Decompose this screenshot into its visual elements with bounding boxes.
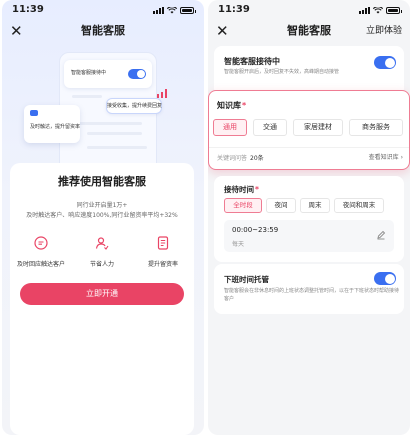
status-time: 11:39	[12, 4, 44, 15]
kb-chip-general[interactable]: 通用	[213, 119, 247, 136]
left-phone-screen: 11:39 ✕ 智能客服 智能客服接待中 接受收集，提升续费回复 及时触达，提升…	[2, 0, 204, 435]
offshift-hosting-desc: 智能客服会在非休息时间的上班状态调整托管时间，以在于下班状态时帮助接待客户	[224, 288, 400, 302]
kb-chip-home-building[interactable]: 家居建材	[293, 119, 343, 136]
wifi-icon	[373, 7, 383, 14]
knowledge-base-title-text: 知识库	[217, 101, 241, 110]
illustration-line	[72, 95, 102, 98]
illustration-chat-card: 及时触达，提升留资率	[24, 105, 80, 143]
status-icons	[359, 6, 402, 15]
view-knowledge-base-link[interactable]: 查看知识库 ›	[369, 152, 403, 161]
status-icons	[153, 6, 196, 15]
page-title: 智能客服	[81, 24, 125, 37]
feature-item-retention: 提升留资率	[132, 235, 194, 268]
activate-now-button[interactable]: 立即开通	[20, 283, 184, 305]
offshift-hosting-toggle[interactable]	[374, 272, 396, 285]
chart-icon	[157, 89, 167, 98]
keyword-qa-label: 关键词问答	[217, 155, 248, 162]
illustration-line	[87, 132, 142, 135]
reception-time-title-text: 接待时间	[224, 185, 254, 194]
promo-title: 推荐使用智能客服	[58, 175, 146, 188]
ai-reception-desc: 智能客服开启后，及时回复不失效，高峰期自动接管	[224, 69, 340, 75]
illustration-bubble-right: 接受收集，提升续费回复	[106, 98, 162, 114]
knowledge-base-panel: 知识库* 通用 交通 家居建材 商务服务 关键词问答 20条 查看知识库 ›	[208, 90, 410, 170]
illustration-toggle-icon	[128, 69, 146, 79]
keyword-qa-value: 20条	[250, 155, 264, 162]
ai-reception-toggle[interactable]	[374, 56, 396, 69]
illustration-chat-text: 及时触达，提升留资率	[30, 124, 81, 130]
divider	[209, 147, 409, 148]
offshift-hosting-title: 下班时间托管	[224, 275, 269, 284]
promo-desc-line2: 及时触达客户、响应速度100%,同行业留资率平均+32%	[26, 212, 178, 219]
kb-chip-traffic[interactable]: 交通	[253, 119, 287, 136]
knowledge-base-title: 知识库*	[217, 100, 246, 111]
navbar: ✕ 智能客服 立即体验	[208, 20, 410, 42]
try-now-button[interactable]: 立即体验	[366, 20, 402, 42]
illustration-line	[72, 122, 142, 125]
feature-label: 及时回应触达客户	[16, 261, 65, 268]
time-chip-weekend[interactable]: 周末	[300, 198, 330, 213]
signal-icon	[153, 7, 164, 14]
navbar: ✕ 智能客服	[2, 20, 204, 42]
status-time: 11:39	[218, 4, 250, 15]
promo-desc-line1: 同行业开启量1万+	[76, 202, 128, 209]
time-chip-all-day[interactable]: 全时段	[224, 198, 262, 213]
illustration-line	[87, 146, 147, 149]
illustration-toggle-card: 智能客服接待中	[64, 60, 152, 88]
keyword-qa-count: 关键词问答 20条	[217, 153, 264, 162]
edit-icon[interactable]	[376, 230, 386, 240]
status-bar: 11:39	[2, 0, 204, 20]
time-chip-night-weekend[interactable]: 夜间和周末	[334, 198, 384, 213]
battery-icon	[180, 7, 196, 14]
right-phone-screen: 11:39 ✕ 智能客服 立即体验 智能客服接待中 智能客服开启后，及时回复不失…	[208, 0, 410, 435]
person-icon	[95, 237, 109, 250]
required-mark: *	[242, 101, 247, 110]
reception-time-title: 接待时间*	[224, 184, 259, 195]
chevron-right-icon: ›	[400, 154, 403, 161]
illustration-toggle-text: 智能客服接待中	[71, 70, 107, 76]
kb-chip-business-service[interactable]: 商务服务	[349, 119, 403, 136]
chat-icon	[30, 110, 38, 116]
signal-icon	[359, 7, 370, 14]
battery-icon	[386, 7, 402, 14]
time-range: 00:00~23:59	[232, 226, 279, 234]
promo-card: 推荐使用智能客服 同行业开启量1万+ 及时触达客户、响应速度100%,同行业留资…	[10, 163, 194, 435]
time-chip-night[interactable]: 夜间	[266, 198, 296, 213]
feature-label: 节省人力	[89, 261, 114, 268]
time-frequency: 每天	[232, 241, 245, 248]
document-icon	[157, 236, 169, 250]
feature-label: 提升留资率	[147, 261, 178, 268]
status-bar: 11:39	[208, 0, 410, 20]
required-mark: *	[255, 185, 259, 194]
view-knowledge-base-label: 查看知识库	[368, 154, 399, 161]
reception-time-panel: 接待时间* 全时段 夜间 周末 夜间和周末 00:00~23:59 每天	[214, 176, 404, 262]
ai-reception-panel: 智能客服接待中 智能客服开启后，及时回复不失效，高峰期自动接管	[214, 46, 404, 96]
offshift-hosting-panel: 下班时间托管 智能客服会在非休息时间的上班状态调整托管时间，以在于下班状态时帮助…	[214, 264, 404, 314]
wifi-icon	[167, 7, 177, 14]
chat-bubble-icon	[34, 236, 48, 250]
feature-item-labor: 节省人力	[71, 235, 133, 268]
feature-item-response: 及时回应触达客户	[10, 235, 72, 268]
ai-reception-title: 智能客服接待中	[224, 57, 280, 66]
time-range-box[interactable]: 00:00~23:59 每天	[224, 220, 394, 252]
